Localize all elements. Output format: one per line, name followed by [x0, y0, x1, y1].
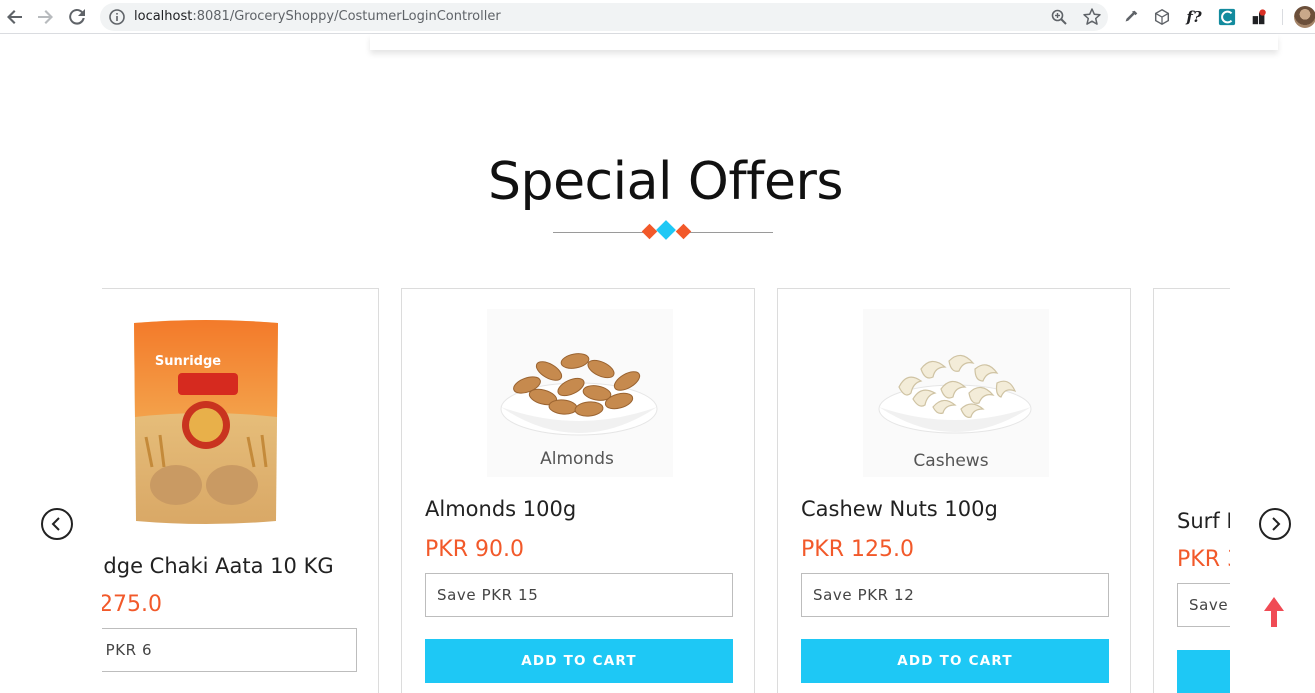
almonds-bowl-image[interactable]: Almonds [487, 309, 673, 477]
chevron-right-icon [1272, 517, 1281, 531]
add-to-cart-button[interactable]: ADD TO CART [801, 639, 1109, 683]
teal-extension-icon[interactable] [1217, 7, 1237, 27]
product-price: PKR 125.0 [801, 537, 914, 562]
flour-bag-image[interactable]: Sunridge [126, 317, 286, 527]
diamond-blue-center [656, 220, 676, 240]
section-title: Special Offers [488, 152, 843, 212]
diamond-orange-left [641, 223, 658, 240]
chevron-left-icon [51, 517, 60, 531]
url-text[interactable]: localhost:8081/GroceryShoppy/CostumerLog… [134, 9, 501, 24]
bookmark-star-icon[interactable] [1082, 7, 1102, 27]
product-name[interactable]: Sunridge Chaki Aata 10 KG [102, 554, 334, 578]
zoom-icon[interactable] [1050, 8, 1068, 26]
add-to-cart-button[interactable]: ADD TO CART [425, 639, 733, 683]
font-finder-extension-icon[interactable]: f? [1184, 7, 1204, 27]
carousel-prev-button[interactable] [41, 508, 73, 540]
product-card: Cashews Cashew Nuts 100g PKR 125.0 Save … [777, 288, 1131, 693]
save-amount-field: Save PKR 15 [425, 573, 733, 617]
product-card: Surf E PKR 3 Save [1153, 288, 1230, 693]
save-amount-field: Save PKR 12 [801, 573, 1109, 617]
divider-line-right [680, 232, 773, 233]
carousel-next-button[interactable] [1259, 508, 1291, 540]
info-icon[interactable] [108, 8, 126, 26]
save-amount-field: Save [1177, 583, 1230, 627]
product-price: PKR 275.0 [102, 592, 162, 617]
spy-extension-icon[interactable] [1249, 7, 1269, 27]
image-caption: Almonds [540, 449, 614, 469]
url-host: localhost [134, 9, 193, 24]
product-price: PKR 90.0 [425, 537, 524, 562]
browser-toolbar: localhost:8081/GroceryShoppy/CostumerLog… [0, 0, 1315, 34]
flour-bag-brand: Sunridge [155, 354, 221, 369]
diamond-orange-right [675, 223, 692, 240]
toolbar-separator [1282, 9, 1283, 25]
back-icon[interactable] [3, 5, 27, 29]
add-to-cart-button[interactable] [1177, 650, 1230, 693]
cube-extension-icon[interactable] [1152, 7, 1172, 27]
product-card: Almonds Almonds 100g PKR 90.0 Save PKR 1… [401, 288, 755, 693]
product-carousel: Sunridge Sunridge Chaki Aata 10 KG PKR 2… [102, 288, 1230, 693]
login-panel-bottom-edge [370, 34, 1278, 50]
cashews-bowl-image[interactable]: Cashews [863, 309, 1049, 477]
eyedropper-extension-icon[interactable] [1121, 7, 1141, 27]
product-price: PKR 3 [1177, 547, 1230, 572]
profile-avatar[interactable] [1294, 6, 1315, 28]
product-name[interactable]: Cashew Nuts 100g [801, 497, 998, 521]
product-card: Sunridge Sunridge Chaki Aata 10 KG PKR 2… [102, 288, 379, 693]
divider-line-left [553, 232, 653, 233]
forward-icon[interactable] [33, 5, 57, 29]
url-path: :8081/GroceryShoppy/CostumerLoginControl… [192, 9, 501, 24]
save-amount-field: Save PKR 6 [102, 628, 357, 672]
product-name[interactable]: Surf E [1177, 509, 1230, 533]
reload-icon[interactable] [65, 5, 89, 29]
scroll-to-top-arrow-icon[interactable] [1263, 596, 1285, 628]
address-bar[interactable]: localhost:8081/GroceryShoppy/CostumerLog… [100, 3, 1108, 31]
product-name[interactable]: Almonds 100g [425, 497, 576, 521]
image-caption: Cashews [913, 451, 988, 471]
